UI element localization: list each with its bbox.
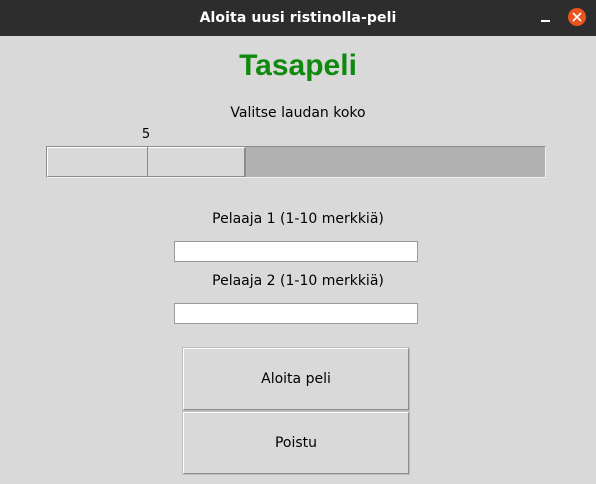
start-game-button[interactable]: Aloita peli (182, 347, 410, 411)
player1-label: Pelaaja 1 (1-10 merkkiä) (212, 211, 384, 227)
board-size-value: 5 (141, 127, 151, 142)
quit-button[interactable]: Poistu (182, 411, 410, 475)
minimize-button[interactable] (536, 10, 554, 28)
player2-name-input[interactable] (174, 303, 418, 324)
close-icon (572, 12, 582, 22)
close-button[interactable] (568, 8, 586, 26)
player1-name-input[interactable] (174, 241, 418, 262)
board-size-slider-handle[interactable] (147, 147, 148, 177)
board-size-scale[interactable] (46, 146, 546, 178)
board-size-label: Valitse laudan koko (230, 105, 366, 121)
title-bar[interactable]: Aloita uusi ristinolla-peli (0, 0, 596, 36)
window-title: Aloita uusi ristinolla-peli (199, 10, 397, 26)
minimize-icon (540, 20, 550, 22)
result-heading: Tasapeli (239, 49, 357, 82)
player2-label: Pelaaja 2 (1-10 merkkiä) (212, 273, 384, 289)
game-setup-window: Aloita uusi ristinolla-peli Tasapeli Val… (0, 0, 596, 484)
